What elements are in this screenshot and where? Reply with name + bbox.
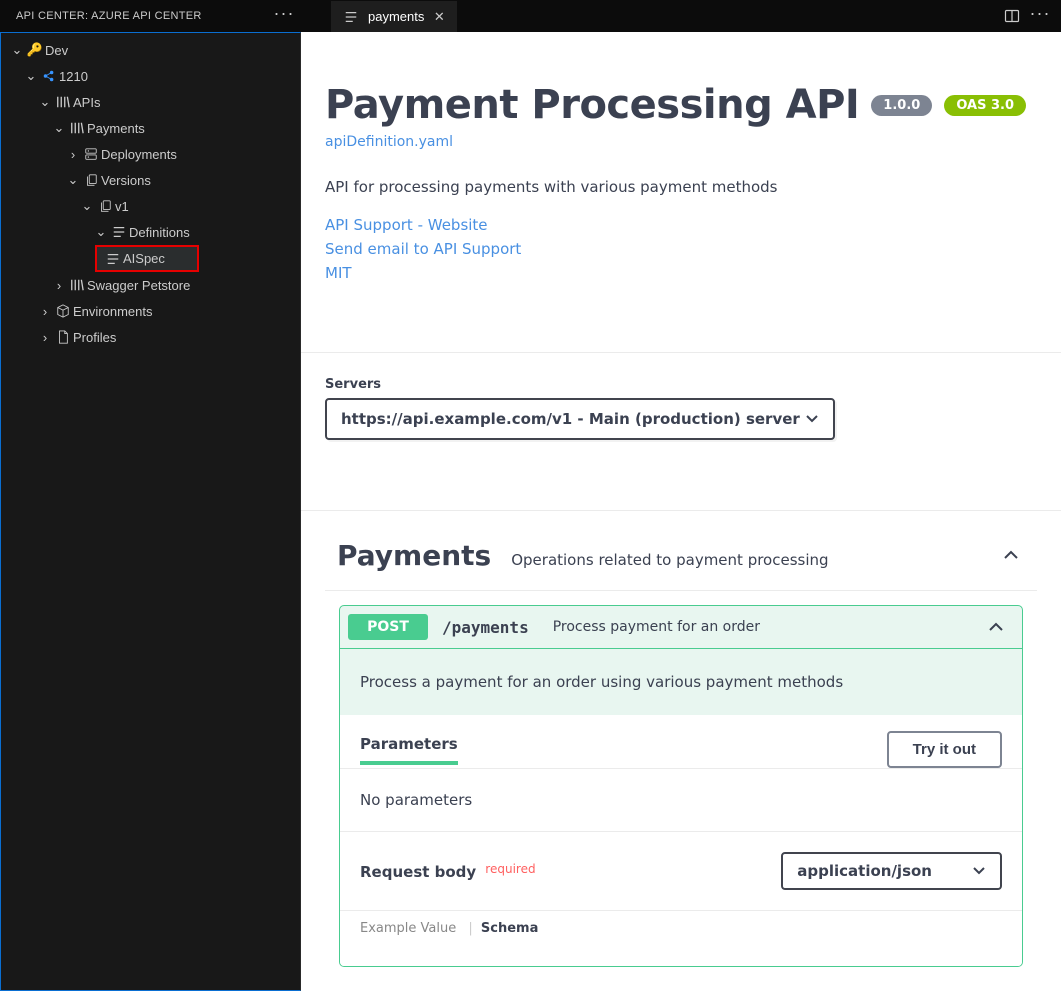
tree-item-swagger[interactable]: › Swagger Petstore <box>1 272 300 298</box>
list-icon <box>109 225 129 239</box>
request-body-label: Request body <box>360 863 476 881</box>
tree-label: v1 <box>115 199 129 214</box>
tree-item-payments[interactable]: ⌄ Payments <box>1 115 300 141</box>
list-icon <box>103 252 123 266</box>
tree-label: APIs <box>73 95 100 110</box>
sidebar-header: API CENTER: AZURE API CENTER ··· <box>0 0 301 32</box>
chevron-down-icon: ⌄ <box>79 198 95 214</box>
tab-bar: payments ✕ ··· <box>301 0 1061 32</box>
tree-item-center[interactable]: ⌄ 1210 <box>1 63 300 89</box>
api-title: Payment Processing API <box>325 82 859 128</box>
support-website-link[interactable]: API Support - Website <box>325 216 1037 234</box>
chevron-right-icon: › <box>51 278 67 293</box>
sidebar-tree: ⌄ 🔑 Dev ⌄ 1210 ⌄ APIs ⌄ Payment <box>0 32 301 991</box>
api-description: API for processing payments with various… <box>325 178 1037 196</box>
molecule-icon <box>39 69 59 83</box>
chevron-down-icon: ⌄ <box>65 172 81 188</box>
editor-more-icon[interactable]: ··· <box>1031 7 1049 25</box>
server-icon <box>81 147 101 161</box>
tab-close-icon[interactable]: ✕ <box>431 9 447 25</box>
parameters-tab[interactable]: Parameters <box>360 735 458 765</box>
tree-item-definitions[interactable]: ⌄ Definitions <box>1 219 300 245</box>
chevron-up-icon <box>986 617 1006 637</box>
license-link[interactable]: MIT <box>325 264 1037 282</box>
package-icon <box>53 304 73 318</box>
operation-post-payments: POST /payments Process payment for an or… <box>339 605 1023 967</box>
chevron-down-icon: ⌄ <box>37 94 53 110</box>
file-icon <box>53 330 73 344</box>
chevron-right-icon: › <box>65 147 81 162</box>
tree-label: Definitions <box>129 225 190 240</box>
content-type-value: application/json <box>797 862 932 880</box>
tree-item-deployments[interactable]: › Deployments <box>1 141 300 167</box>
definition-file-link[interactable]: apiDefinition.yaml <box>325 134 453 150</box>
library-icon <box>53 95 73 109</box>
tab-payments[interactable]: payments ✕ <box>331 0 457 32</box>
tree-item-environments[interactable]: › Environments <box>1 298 300 324</box>
api-doc-panel: Payment Processing API 1.0.0 OAS 3.0 api… <box>301 32 1061 991</box>
tree-item-aispec[interactable]: AISpec <box>95 245 199 272</box>
tree-item-dev[interactable]: ⌄ 🔑 Dev <box>1 37 300 63</box>
tree-label: Environments <box>73 304 152 319</box>
tree-label: Profiles <box>73 330 116 345</box>
sidebar-title: API CENTER: AZURE API CENTER <box>16 10 202 22</box>
operation-path: /payments <box>442 618 529 637</box>
versions-icon <box>81 173 101 187</box>
tree-label: Swagger Petstore <box>87 278 190 293</box>
chevron-right-icon: › <box>37 304 53 319</box>
key-icon: 🔑 <box>25 42 45 58</box>
tab-label: payments <box>368 9 424 24</box>
tree-item-apis[interactable]: ⌄ APIs <box>1 89 300 115</box>
tag-description: Operations related to payment processing <box>511 551 828 569</box>
tree-label: Versions <box>101 173 151 188</box>
example-value-tab[interactable]: Example Value <box>360 921 456 936</box>
chevron-down-icon <box>972 864 986 878</box>
operation-summary: Process payment for an order <box>553 619 760 635</box>
chevron-down-icon: ⌄ <box>9 42 25 58</box>
server-select[interactable]: https://api.example.com/v1 - Main (produ… <box>325 398 835 440</box>
file-icon <box>341 10 361 24</box>
content-type-select[interactable]: application/json <box>781 852 1002 890</box>
operation-description: Process a payment for an order using var… <box>340 649 1022 715</box>
split-editor-icon[interactable] <box>1003 7 1021 25</box>
schema-tab[interactable]: Schema <box>481 921 538 936</box>
support-email-link[interactable]: Send email to API Support <box>325 240 1037 258</box>
versions-icon <box>95 199 115 213</box>
tag-payments[interactable]: Payments Operations related to payment p… <box>325 521 1037 591</box>
tree-label: 1210 <box>59 69 88 84</box>
chevron-right-icon: › <box>37 330 53 345</box>
chevron-down-icon: ⌄ <box>23 68 39 84</box>
server-selected-value: https://api.example.com/v1 - Main (produ… <box>341 410 800 428</box>
chevron-up-icon <box>1001 545 1021 565</box>
required-badge: required <box>485 862 535 876</box>
version-badge: 1.0.0 <box>871 95 932 116</box>
servers-label: Servers <box>325 377 1037 392</box>
tree-label: Deployments <box>101 147 177 162</box>
try-it-out-button[interactable]: Try it out <box>887 731 1002 768</box>
tag-name: Payments <box>337 539 491 572</box>
http-method-badge: POST <box>348 614 428 640</box>
chevron-down-icon: ⌄ <box>51 120 67 136</box>
tree-label: Dev <box>45 43 68 58</box>
tree-item-v1[interactable]: ⌄ v1 <box>1 193 300 219</box>
no-parameters-text: No parameters <box>340 768 1022 831</box>
tree-item-versions[interactable]: ⌄ Versions <box>1 167 300 193</box>
chevron-down-icon: ⌄ <box>93 224 109 240</box>
spec-badge: OAS 3.0 <box>944 95 1026 116</box>
tree-label: Payments <box>87 121 145 136</box>
library-icon <box>67 121 87 135</box>
tree-label: AISpec <box>123 251 165 266</box>
operation-header[interactable]: POST /payments Process payment for an or… <box>340 606 1022 649</box>
tree-item-profiles[interactable]: › Profiles <box>1 324 300 350</box>
chevron-down-icon <box>805 412 819 426</box>
sidebar-more-icon[interactable]: ··· <box>275 7 293 25</box>
library-icon <box>67 278 87 292</box>
